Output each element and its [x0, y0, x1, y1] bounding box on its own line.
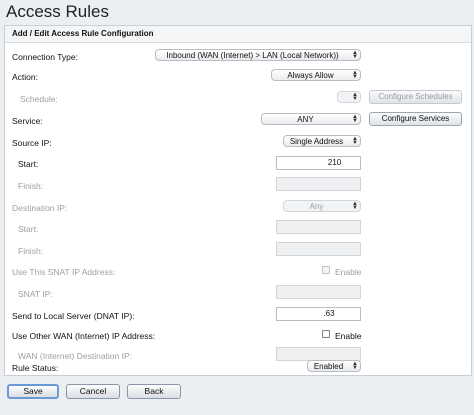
destination-ip-label: Destination IP: — [12, 203, 68, 213]
source-ip-label: Source IP: — [12, 138, 52, 148]
dest-finish-input[interactable] — [276, 242, 361, 256]
dest-start-input[interactable] — [276, 220, 361, 234]
panel-heading: Add / Edit Access Rule Configuration — [12, 29, 154, 38]
chevron-updown-icon: ▲ ▼ — [352, 136, 358, 146]
other-wan-checkbox[interactable] — [322, 330, 330, 338]
dest-start-label: Start: — [18, 224, 39, 234]
wan-dest-input[interactable] — [276, 347, 361, 361]
rule-status-label: Rule Status: — [12, 363, 59, 373]
other-wan-enable-label: Enable — [335, 331, 362, 341]
redacted-ip-prefix — [279, 309, 323, 318]
destination-ip-value: Any — [309, 202, 324, 211]
source-finish-input[interactable] — [276, 177, 361, 191]
back-button[interactable]: Back — [127, 384, 181, 399]
redacted-ip-prefix — [279, 158, 328, 167]
save-button[interactable]: Save — [7, 384, 59, 399]
dnat-ip-value: .63 — [323, 309, 335, 318]
service-label: Service: — [12, 116, 43, 126]
dnat-ip-input[interactable]: .63 — [276, 307, 361, 321]
use-snat-enable-label: Enable — [335, 267, 362, 277]
chevron-updown-icon: ▲ ▼ — [352, 201, 358, 211]
rule-config-panel: Add / Edit Access Rule Configuration Con… — [4, 25, 472, 376]
connection-type-select[interactable]: Inbound (WAN (Internet) > LAN (Local Net… — [155, 49, 361, 61]
chevron-updown-icon: ▲ ▼ — [352, 114, 358, 124]
chevron-updown-icon: ▲ ▼ — [352, 361, 358, 371]
schedule-select[interactable]: ▲ ▼ — [337, 91, 361, 103]
configure-schedules-button[interactable]: Configure Schedules — [369, 90, 462, 104]
connection-type-value: Inbound (WAN (Internet) > LAN (Local Net… — [166, 51, 339, 60]
snat-ip-label: SNAT IP: — [18, 289, 53, 299]
wan-dest-label: WAN (Internet) Destination IP: — [18, 351, 133, 361]
source-start-input[interactable]: 210 — [276, 156, 361, 170]
snat-ip-input[interactable] — [276, 285, 361, 299]
schedule-label: Schedule: — [20, 94, 58, 104]
chevron-updown-icon: ▲ ▼ — [352, 92, 358, 102]
panel-header: Add / Edit Access Rule Configuration — [5, 26, 471, 43]
connection-type-label: Connection Type: — [12, 52, 78, 62]
source-ip-value: Single Address — [289, 137, 344, 146]
rule-status-select[interactable]: Enabled ▲ ▼ — [307, 360, 361, 372]
other-wan-label: Use Other WAN (Internet) IP Address: — [12, 331, 156, 341]
chevron-updown-icon: ▲ ▼ — [352, 50, 358, 60]
source-start-label: Start: — [18, 159, 39, 169]
destination-ip-select[interactable]: Any ▲ ▼ — [283, 200, 361, 212]
source-ip-select[interactable]: Single Address ▲ ▼ — [283, 135, 361, 147]
service-value: ANY — [297, 115, 314, 124]
chevron-updown-icon: ▲ ▼ — [352, 70, 358, 80]
action-select[interactable]: Always Allow ▲ ▼ — [271, 69, 361, 81]
use-snat-label: Use This SNAT IP Address: — [12, 267, 116, 277]
cancel-button[interactable]: Cancel — [66, 384, 120, 399]
rule-status-value: Enabled — [313, 362, 344, 371]
page-title: Access Rules — [6, 2, 109, 21]
source-start-value: 210 — [327, 158, 342, 167]
dest-finish-label: Finish: — [18, 246, 44, 256]
action-label: Action: — [12, 72, 38, 82]
service-select[interactable]: ANY ▲ ▼ — [261, 113, 361, 125]
use-snat-checkbox[interactable] — [322, 266, 330, 274]
send-local-label: Send to Local Server (DNAT IP): — [12, 311, 135, 321]
action-value: Always Allow — [287, 71, 334, 80]
configure-services-button[interactable]: Configure Services — [369, 112, 462, 126]
source-finish-label: Finish: — [18, 181, 44, 191]
